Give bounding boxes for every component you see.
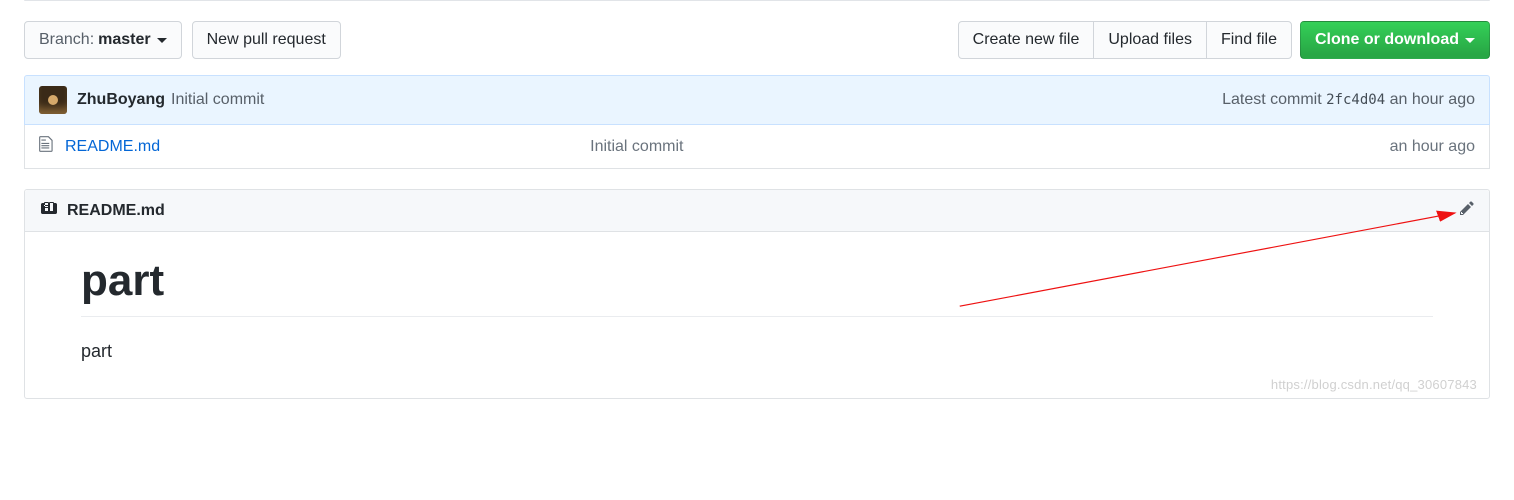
repo-toolbar: Branch: master New pull request Create n… (24, 21, 1490, 59)
pencil-icon[interactable] (1459, 200, 1475, 221)
readme-title: part (81, 256, 1433, 317)
commit-time: an hour ago (1390, 91, 1475, 108)
file-actions-group: Create new file Upload files Find file (958, 21, 1292, 59)
new-pull-request-label: New pull request (207, 29, 326, 51)
file-icon (39, 135, 55, 158)
branch-name: master (98, 29, 150, 51)
upload-files-button[interactable]: Upload files (1093, 21, 1207, 59)
file-name-link[interactable]: README.md (65, 138, 160, 156)
clone-download-label: Clone or download (1315, 29, 1459, 51)
readme-paragraph: part (81, 341, 1433, 362)
watermark: https://blog.csdn.net/qq_30607843 (1271, 377, 1477, 392)
commit-sha[interactable]: 2fc4d04 (1326, 92, 1385, 108)
branch-label: Branch: (39, 29, 94, 51)
readme-filename: README.md (67, 202, 165, 220)
new-pull-request-button[interactable]: New pull request (192, 21, 341, 59)
commit-message[interactable]: Initial commit (171, 91, 264, 109)
find-file-label: Find file (1221, 29, 1277, 51)
chevron-down-icon (1465, 38, 1475, 43)
readme-body: part part (25, 232, 1489, 398)
latest-commit-meta: Latest commit 2fc4d04 an hour ago (1222, 91, 1475, 109)
branch-select-button[interactable]: Branch: master (24, 21, 182, 59)
create-new-file-button[interactable]: Create new file (958, 21, 1095, 59)
top-divider (24, 0, 1490, 1)
file-time: an hour ago (1390, 138, 1475, 156)
clone-download-button[interactable]: Clone or download (1300, 21, 1490, 59)
table-row: README.md Initial commit an hour ago (24, 125, 1490, 169)
create-new-file-label: Create new file (973, 29, 1080, 51)
book-icon (39, 200, 59, 221)
avatar[interactable] (39, 86, 67, 114)
upload-files-label: Upload files (1108, 29, 1192, 51)
chevron-down-icon (157, 38, 167, 43)
readme-header: README.md (25, 190, 1489, 232)
commit-author[interactable]: ZhuBoyang (77, 91, 165, 109)
readme-container: README.md part part https://blog.csdn.ne… (24, 189, 1490, 399)
find-file-button[interactable]: Find file (1206, 21, 1292, 59)
latest-commit-bar: ZhuBoyang Initial commit Latest commit 2… (24, 75, 1490, 125)
file-commit-message[interactable]: Initial commit (590, 138, 1389, 156)
latest-commit-label: Latest commit (1222, 91, 1322, 108)
